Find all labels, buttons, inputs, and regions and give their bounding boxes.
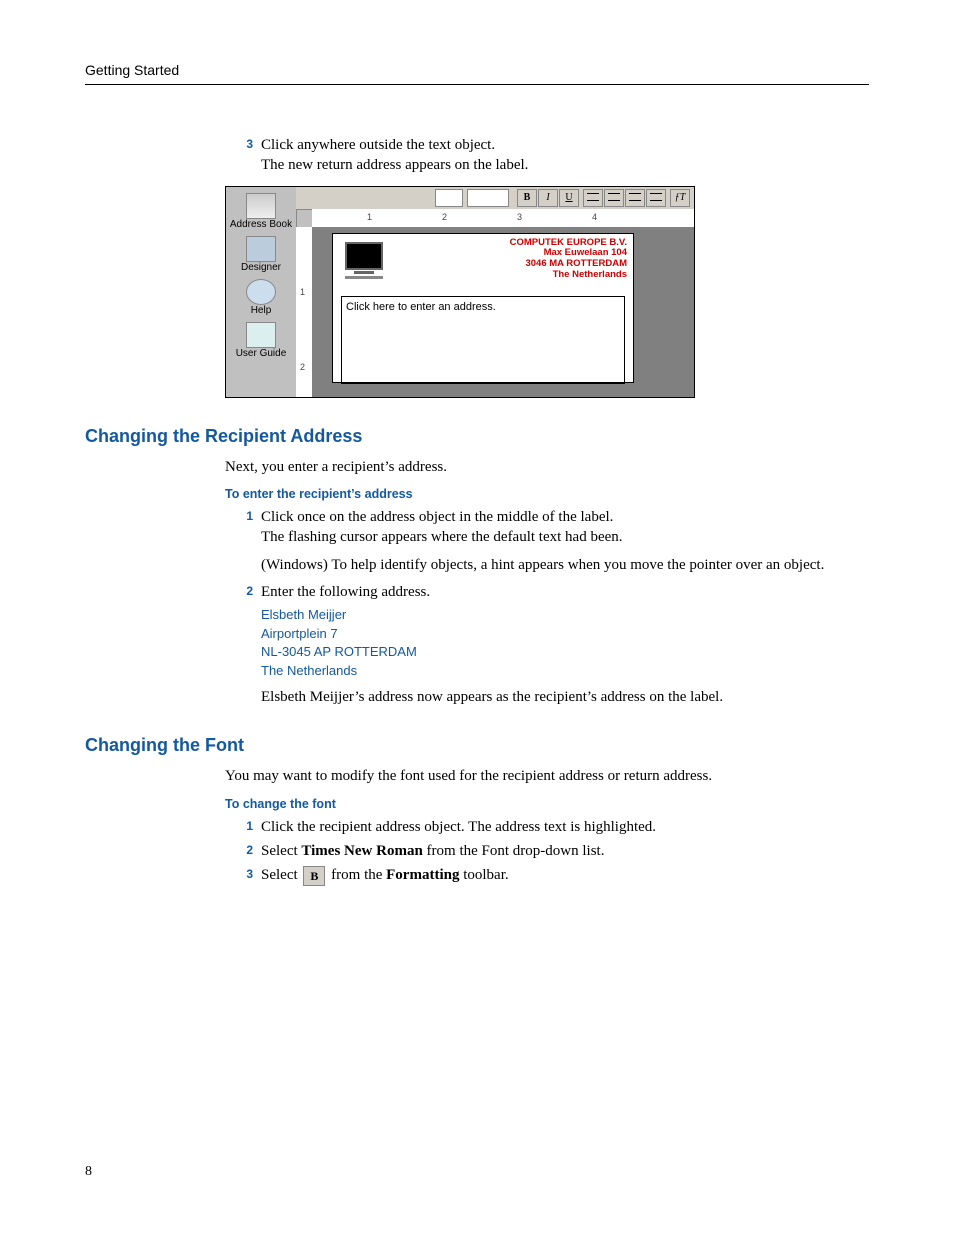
sidebar-label: User Guide — [226, 348, 296, 359]
example-address: Elsbeth Meijjer Airportplein 7 NL-3045 A… — [261, 606, 869, 681]
page-number: 8 — [85, 1164, 92, 1180]
running-head: Getting Started — [85, 62, 179, 78]
step-text: Click the recipient address object. The … — [261, 819, 656, 835]
step-number: 2 — [225, 841, 253, 861]
step-1: 1 Click once on the address object in th… — [225, 507, 869, 576]
address-line: The Netherlands — [261, 662, 869, 681]
size-dropdown[interactable] — [467, 189, 509, 207]
align-center-button[interactable] — [604, 189, 624, 207]
label-canvas: COMPUTEK EUROPE B.V. Max Euwelaan 104 30… — [312, 227, 694, 397]
procedure-heading: To change the font — [225, 797, 869, 811]
font-dropdown[interactable] — [435, 189, 463, 207]
label: COMPUTEK EUROPE B.V. Max Euwelaan 104 30… — [332, 233, 634, 383]
sidebar-item-help: Help — [226, 279, 296, 316]
step-bold: Formatting — [386, 867, 459, 883]
address-line: Elsbeth Meijjer — [261, 606, 869, 625]
sidebar-item-designer: Designer — [226, 236, 296, 273]
step-text: Select — [261, 843, 301, 859]
section-intro: Next, you enter a recipient’s address. — [225, 457, 869, 477]
step-number: 3 — [225, 135, 253, 176]
app-sidebar: Address Book Designer Help User Guide — [226, 187, 297, 397]
ruler-tick: 4 — [592, 212, 597, 222]
procedure-heading: To enter the recipient’s address — [225, 487, 869, 501]
step-number: 1 — [225, 817, 253, 837]
user-guide-icon — [246, 322, 276, 348]
intro-step-3: 3 Click anywhere outside the text object… — [225, 135, 869, 176]
step-bold: Times New Roman — [301, 843, 422, 859]
address-line: Airportplein 7 — [261, 625, 869, 644]
address-book-icon — [246, 193, 276, 219]
bold-button[interactable]: B — [517, 189, 537, 207]
address-placeholder: Click here to enter an address. — [346, 301, 496, 313]
align-justify-button[interactable] — [646, 189, 666, 207]
ruler-vertical: 1 2 — [296, 227, 313, 397]
sidebar-item-address-book: Address Book — [226, 193, 296, 230]
graphic-object — [343, 242, 385, 276]
step-text: from the Font drop-down list. — [423, 843, 605, 859]
align-left-button[interactable] — [583, 189, 603, 207]
step-text: Click anywhere outside the text object. — [261, 135, 869, 155]
recipient-address-object[interactable]: Click here to enter an address. — [341, 296, 625, 384]
ruler-tick: 3 — [517, 212, 522, 222]
header-rule — [85, 84, 869, 85]
sidebar-label: Address Book — [226, 219, 296, 230]
sidebar-item-user-guide: User Guide — [226, 322, 296, 359]
ruler-tick: 1 — [300, 287, 305, 297]
ruler-tick: 2 — [442, 212, 447, 222]
underline-button[interactable]: U — [559, 189, 579, 207]
bold-toolbar-icon: B — [303, 866, 325, 886]
step-text: toolbar. — [459, 867, 508, 883]
return-addr-line: The Netherlands — [510, 270, 627, 281]
ruler-tick: 2 — [300, 362, 305, 372]
formatting-toolbar: B I U ƒT — [296, 187, 694, 210]
step-text: The new return address appears on the la… — [261, 155, 869, 175]
address-line: NL-3045 AP ROTTERDAM — [261, 643, 869, 662]
sidebar-label: Help — [226, 305, 296, 316]
heading-changing-recipient: Changing the Recipient Address — [85, 426, 869, 447]
help-icon — [246, 279, 276, 305]
app-screenshot: Address Book Designer Help User Guide B … — [225, 186, 695, 398]
step-number: 1 — [225, 507, 253, 576]
ruler-tick: 1 — [367, 212, 372, 222]
italic-button[interactable]: I — [538, 189, 558, 207]
ruler-horizontal: 1 2 3 4 — [312, 209, 694, 228]
step-note: (Windows) To help identify objects, a hi… — [261, 555, 869, 575]
align-right-button[interactable] — [625, 189, 645, 207]
step-text: Select — [261, 867, 301, 883]
step-text: Click once on the address object in the … — [261, 507, 869, 527]
sidebar-label: Designer — [226, 262, 296, 273]
step-number: 2 — [225, 582, 253, 602]
step-result: Elsbeth Meijjer’s address now appears as… — [261, 687, 869, 707]
step-2: 2 Select Times New Roman from the Font d… — [225, 841, 869, 861]
step-1: 1 Click the recipient address object. Th… — [225, 817, 869, 837]
section-intro: You may want to modify the font used for… — [225, 766, 869, 786]
designer-icon — [246, 236, 276, 262]
step-text: from the — [327, 867, 386, 883]
step-3: 3 Select B from the Formatting toolbar. — [225, 865, 869, 886]
step-number: 3 — [225, 865, 253, 886]
step-text: Enter the following address. — [261, 582, 869, 602]
return-address: COMPUTEK EUROPE B.V. Max Euwelaan 104 30… — [510, 238, 627, 282]
step-2: 2 Enter the following address. — [225, 582, 869, 602]
font-tool-button[interactable]: ƒT — [670, 189, 690, 207]
heading-changing-font: Changing the Font — [85, 735, 869, 756]
step-text: The flashing cursor appears where the de… — [261, 527, 869, 547]
